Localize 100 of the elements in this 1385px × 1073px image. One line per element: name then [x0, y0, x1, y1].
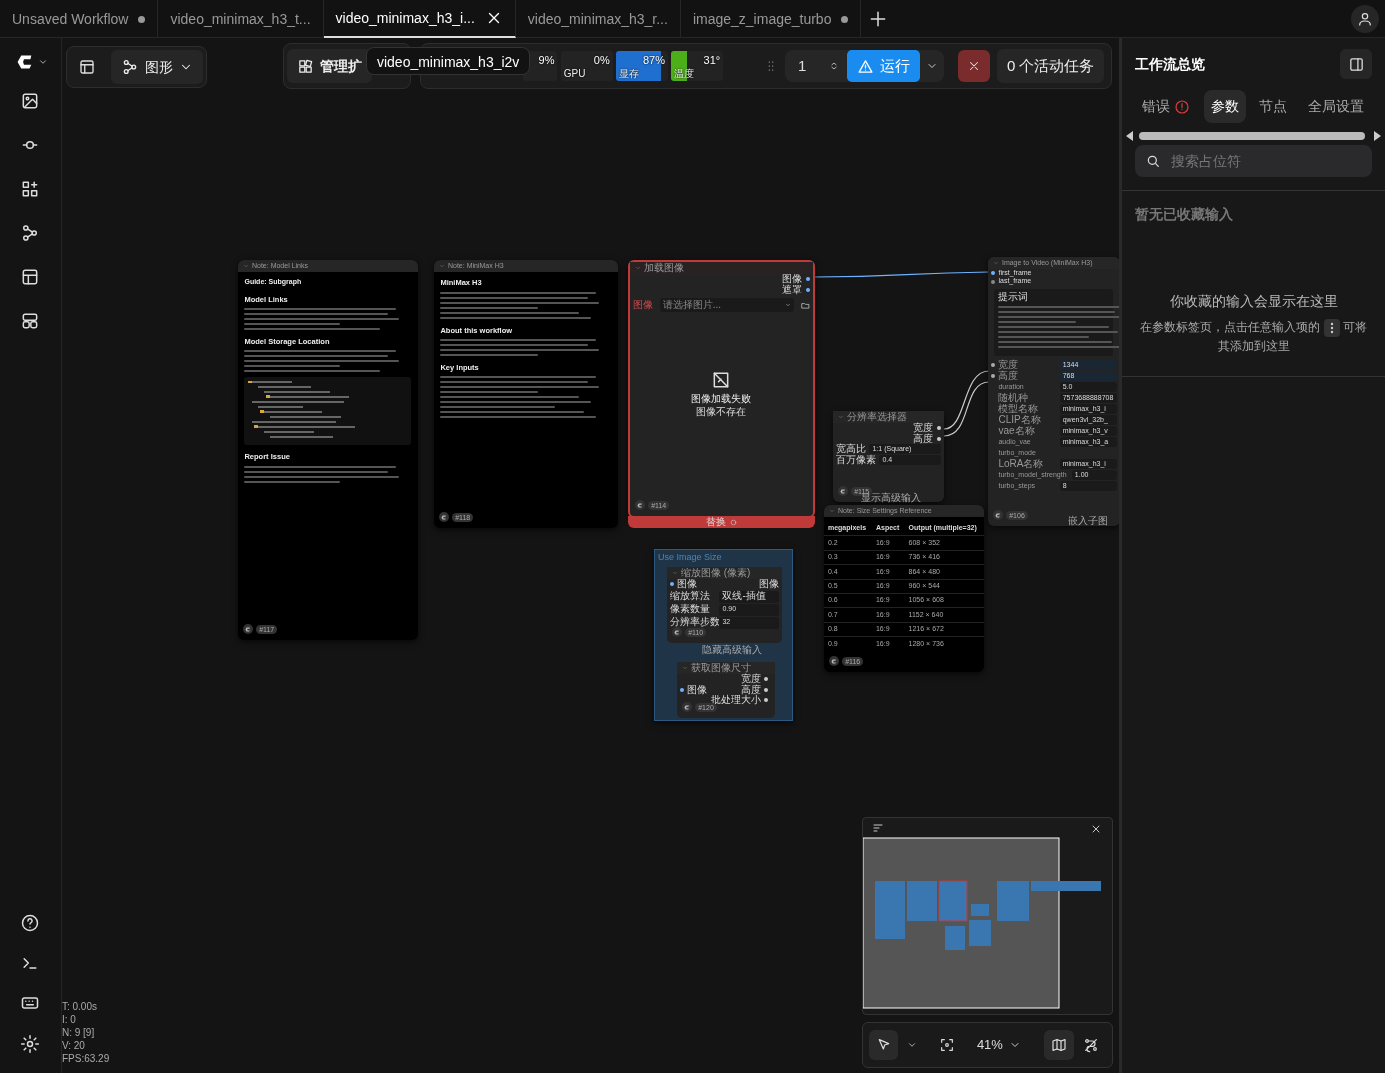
panel-tab[interactable]: 全局设置: [1300, 90, 1371, 123]
error-detail: 图像不存在: [696, 407, 747, 418]
input-label: 图像: [687, 684, 708, 695]
panel-toggle-button[interactable]: [1340, 49, 1372, 79]
link-wire: [943, 381, 990, 437]
cancel-button[interactable]: [958, 50, 991, 82]
more-options-icon: [1323, 318, 1340, 337]
caret-icon: [785, 302, 792, 309]
logo-icon: [636, 501, 644, 509]
meter-reading: 9%: [538, 53, 555, 68]
output-label: 高度: [913, 433, 934, 444]
user-button[interactable]: [1350, 4, 1379, 33]
panel-tab[interactable]: 错误: [1135, 90, 1197, 123]
port-icon[interactable]: [670, 582, 675, 587]
node-header[interactable]: 获取图像尺寸: [676, 662, 775, 674]
empty-state-title: 你收藏的输入会显示在这里: [1168, 291, 1339, 311]
widget-label: 缩放算法: [670, 591, 712, 602]
widget-label: 模型名称: [998, 403, 1039, 414]
logo-icon: [440, 513, 448, 521]
user-icon: [1356, 10, 1373, 27]
output-label: 批处理大小: [711, 695, 762, 705]
scrollbar-drawing[interactable]: [1125, 129, 1382, 142]
view-dropdown[interactable]: 图形: [110, 50, 203, 84]
pointer-button[interactable]: [869, 1030, 898, 1060]
fit-view-icon: [938, 1037, 955, 1053]
active-jobs-button[interactable]: 0 个活动任务: [996, 49, 1105, 83]
meter-reading: 0%: [593, 53, 610, 68]
meter-label: GPU: [563, 67, 586, 81]
logo-icon: [994, 511, 1002, 519]
alert-icon: [1174, 98, 1190, 115]
image-select[interactable]: 请选择图片...: [659, 298, 795, 313]
widget-label: CLIP名称: [998, 414, 1042, 426]
widget-label: 随机种: [998, 392, 1030, 403]
port-icon[interactable]: [764, 698, 769, 703]
panel-tab[interactable]: 参数: [1203, 90, 1246, 123]
stat-line: V: 20: [61, 1039, 86, 1052]
widget-value[interactable]: 双线-插值: [719, 590, 779, 603]
output-label: 图像: [782, 274, 803, 285]
caret-icon[interactable]: [38, 57, 49, 67]
widget-label: LoRA名称: [998, 458, 1045, 470]
logo-icon: [673, 628, 681, 636]
output-label: 图像: [758, 579, 779, 590]
widget-label: 百万像素: [836, 454, 877, 465]
unsaved-dot-icon: [841, 15, 849, 23]
extensions-icon: [297, 57, 315, 75]
run-count-field[interactable]: 1: [784, 54, 829, 78]
warning-icon: [856, 57, 874, 75]
advanced-inputs-button[interactable]: 隐藏高级输入: [701, 644, 762, 655]
error-message: 图像加载失败: [691, 393, 752, 404]
panel-title: 工作流总览: [1135, 54, 1205, 74]
node-header[interactable]: 缩放图像 (像素): [666, 567, 782, 579]
logo-icon: [839, 487, 847, 495]
input-label: 图像: [677, 579, 698, 590]
zoom-dropdown[interactable]: 41%: [970, 1030, 1028, 1060]
node-title: 缩放图像 (像素): [680, 567, 751, 578]
map-icon: [1050, 1037, 1067, 1053]
stat-line: T: 0.00s: [61, 1000, 98, 1013]
folder-icon[interactable]: [800, 300, 810, 310]
settings-icon[interactable]: [20, 1033, 41, 1054]
widget-label: 高度: [998, 370, 1020, 382]
stat-line: FPS:63.29: [61, 1052, 110, 1065]
link-wire: [943, 370, 990, 430]
node-title: 加载图像: [643, 262, 684, 274]
widget-label: vae名称: [998, 425, 1035, 437]
stat-line: I: 0: [61, 1013, 77, 1026]
meter-reading: 31°: [703, 53, 721, 68]
hint-text: 其添加到这里: [1216, 338, 1291, 356]
logo-icon: [683, 703, 691, 711]
output-label: 宽度: [913, 423, 934, 433]
tooltip: video_minimax_h3_i2v: [365, 47, 531, 75]
widget-label: 宽高比: [836, 444, 867, 454]
output-label: 遮罩: [782, 284, 803, 295]
unsaved-dot-icon: [138, 15, 146, 23]
port-icon[interactable]: [991, 373, 996, 378]
logo-icon: [830, 657, 838, 665]
hide-links-icon: [1083, 1037, 1100, 1053]
widget-label: 像素数量: [670, 604, 712, 615]
port-icon[interactable]: [680, 687, 685, 692]
node-header[interactable]: 分辨率选择器: [832, 411, 944, 423]
subgraph-button[interactable]: 嵌入子图: [1067, 515, 1108, 526]
search-field[interactable]: 搜索占位符: [1135, 144, 1372, 177]
minimap-toggle-button[interactable]: [1043, 1030, 1074, 1060]
extensions-button[interactable]: 管理扩: [287, 49, 373, 83]
stat-line: N: 9 [9]: [61, 1026, 96, 1039]
replace-button[interactable]: 替换: [627, 516, 815, 528]
node-title: 分辨率选择器: [846, 411, 907, 423]
panel-tab[interactable]: 节点: [1252, 90, 1294, 123]
sidebar-icon: [1347, 55, 1365, 73]
widget-label: 图像: [633, 300, 654, 311]
meter-label: 显存: [618, 67, 639, 81]
layout-icon: [78, 58, 97, 76]
help-icon[interactable]: [20, 913, 41, 934]
output-label: 高度: [741, 684, 762, 695]
section-heading: 暂无已收藏输入: [1134, 204, 1234, 224]
hint-text: 可将: [1342, 319, 1367, 337]
port-icon[interactable]: [991, 362, 996, 367]
prompt-label: 提示词: [997, 292, 1029, 303]
group-title: Use Image Size: [656, 551, 723, 564]
node-header[interactable]: 加载图像: [629, 262, 813, 274]
output-label: 宽度: [741, 674, 762, 684]
